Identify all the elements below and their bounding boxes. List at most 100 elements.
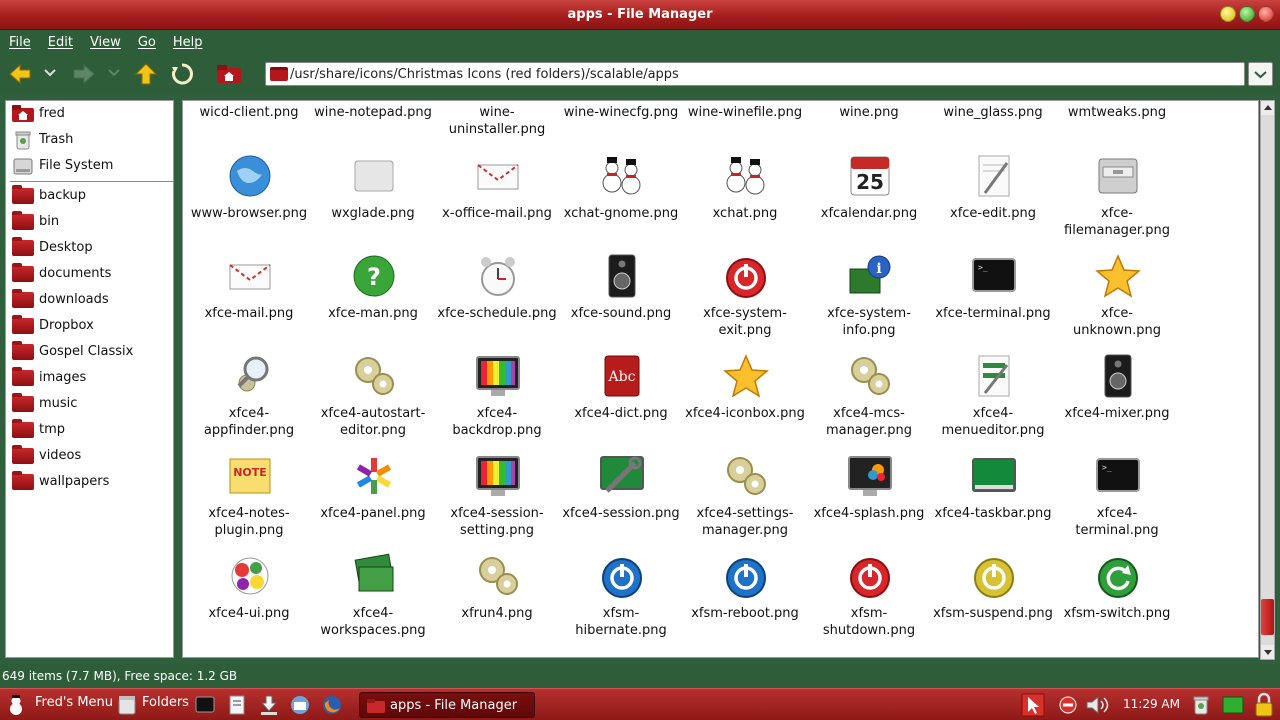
- folders-menu-label[interactable]: Folders: [142, 695, 189, 715]
- back-arrow-icon[interactable]: [8, 62, 32, 86]
- file-item[interactable]: wxglade.png: [311, 153, 435, 253]
- sidebar-item-videos[interactable]: videos: [10, 445, 170, 467]
- file-item[interactable]: ? xfce-man.png: [311, 253, 435, 353]
- email-client-icon[interactable]: [289, 694, 311, 716]
- file-item[interactable]: NOTE xfce4-notes- plugin.png: [187, 453, 311, 553]
- terminal-icon[interactable]: [195, 695, 215, 715]
- file-item[interactable]: Abc xfce4-dict.png: [559, 353, 683, 453]
- file-item[interactable]: xfce4-settings- manager.png: [683, 453, 807, 553]
- file-thumbnail-icon: [475, 153, 521, 199]
- sidebar-item-file-system[interactable]: File System: [10, 155, 170, 177]
- sidebar-item-trash[interactable]: Trash: [10, 129, 170, 151]
- file-thumbnail-icon: >_: [971, 253, 1017, 299]
- snowman-menu-icon[interactable]: [4, 694, 28, 716]
- scroll-down-button[interactable]: [1261, 645, 1274, 659]
- file-item[interactable]: xfce-system- exit.png: [683, 253, 807, 353]
- location-bar[interactable]: /usr/share/icons/Christmas Icons (red fo…: [265, 62, 1245, 86]
- file-item[interactable]: xfce4-panel.png: [311, 453, 435, 553]
- sidebar-item-backup[interactable]: backup: [10, 185, 170, 207]
- lock-icon[interactable]: [1254, 692, 1274, 718]
- close-button[interactable]: [1258, 6, 1274, 22]
- file-item[interactable]: xfce4- backdrop.png: [435, 353, 559, 453]
- menu-go[interactable]: Go: [138, 35, 156, 50]
- file-item[interactable]: xchat-gnome.png: [559, 153, 683, 253]
- trash-tray-icon[interactable]: [1193, 694, 1209, 716]
- menu-help[interactable]: Help: [173, 35, 203, 50]
- home-folder-icon[interactable]: [216, 64, 242, 84]
- file-item[interactable]: xfce4- appfinder.png: [187, 353, 311, 453]
- up-arrow-icon[interactable]: [134, 62, 158, 86]
- file-item[interactable]: >_ xfce4-terminal.png: [1055, 453, 1179, 553]
- file-item[interactable]: xfsm-shutdown.png: [807, 553, 931, 653]
- forward-history-chevron-icon[interactable]: [108, 68, 120, 78]
- clock[interactable]: 11:29 AM: [1123, 697, 1180, 711]
- download-icon[interactable]: [258, 694, 280, 716]
- start-menu-label[interactable]: Fred's Menu: [35, 695, 113, 715]
- text-editor-icon[interactable]: [227, 694, 247, 716]
- minimize-button[interactable]: [1220, 6, 1236, 22]
- task-file-manager[interactable]: apps - File Manager: [359, 692, 535, 718]
- location-dropdown-button[interactable]: [1248, 62, 1273, 86]
- home-folder-icon: [12, 105, 34, 122]
- maximize-button[interactable]: [1239, 6, 1255, 22]
- file-item[interactable]: xfce- filemanager.png: [1055, 153, 1179, 253]
- file-item[interactable]: xfce4-mixer.png: [1055, 353, 1179, 453]
- file-item[interactable]: xfsm-reboot.png: [683, 553, 807, 653]
- reload-icon[interactable]: [170, 62, 194, 86]
- sidebar-item-tmp[interactable]: tmp: [10, 419, 170, 441]
- sidebar-item-fred[interactable]: fred: [10, 103, 170, 125]
- file-item[interactable]: xfrun4.png: [435, 553, 559, 653]
- file-item[interactable]: xfce4-taskbar.png: [931, 453, 1055, 553]
- sidebar-item-wallpapers[interactable]: wallpapers: [10, 471, 170, 493]
- volume-icon[interactable]: [1085, 694, 1115, 716]
- scrollbar-thumb[interactable]: [1261, 599, 1274, 635]
- sidebar-item-desktop[interactable]: Desktop: [10, 237, 170, 259]
- sidebar-item-downloads[interactable]: downloads: [10, 289, 170, 311]
- vertical-scrollbar[interactable]: [1260, 100, 1275, 660]
- file-item[interactable]: xfce4-iconbox.png: [683, 353, 807, 453]
- folders-icon[interactable]: [117, 694, 137, 716]
- file-item[interactable]: xfce4- menueditor.png: [931, 353, 1055, 453]
- forward-arrow-icon[interactable]: [72, 62, 96, 86]
- file-item[interactable]: xfce4-session- setting.png: [435, 453, 559, 553]
- file-item[interactable]: xfce-edit.png: [931, 153, 1055, 253]
- file-item[interactable]: xfce4-ui.png: [187, 553, 311, 653]
- file-item[interactable]: xchat.png: [683, 153, 807, 253]
- file-item[interactable]: xfce-sound.png: [559, 253, 683, 353]
- file-item[interactable]: xfce4-splash.png: [807, 453, 931, 553]
- file-item[interactable]: xfce-mail.png: [187, 253, 311, 353]
- file-item[interactable]: xfce-unknown.png: [1055, 253, 1179, 353]
- file-item[interactable]: x-office-mail.png: [435, 153, 559, 253]
- file-item[interactable]: >_ xfce-terminal.png: [931, 253, 1055, 353]
- menu-view[interactable]: View: [90, 35, 121, 50]
- menu-file[interactable]: File: [9, 35, 31, 50]
- pointer-tray-icon[interactable]: [1021, 693, 1045, 717]
- file-item[interactable]: xfce4-session.png: [559, 453, 683, 553]
- file-item[interactable]: 25 xfcalendar.png: [807, 153, 931, 253]
- sidebar-item-dropbox[interactable]: Dropbox: [10, 315, 170, 337]
- file-item[interactable]: i xfce-system- info.png: [807, 253, 931, 353]
- sidebar-item-bin[interactable]: bin: [10, 211, 170, 233]
- folder-icon: [12, 471, 34, 490]
- file-item[interactable]: xfsm-switch.png: [1055, 553, 1179, 653]
- sidebar-item-documents[interactable]: documents: [10, 263, 170, 285]
- sidebar-item-images[interactable]: images: [10, 367, 170, 389]
- workspace-switcher-icon[interactable]: [1222, 695, 1244, 715]
- file-item[interactable]: xfce4-autostart- editor.png: [311, 353, 435, 453]
- file-item[interactable]: www-browser.png: [187, 153, 311, 253]
- file-thumbnail-icon: [971, 353, 1017, 399]
- file-item[interactable]: xfce4- workspaces.png: [311, 553, 435, 653]
- no-entry-tray-icon[interactable]: [1058, 695, 1078, 715]
- file-item[interactable]: xfce-schedule.png: [435, 253, 559, 353]
- file-item[interactable]: xfce4-mcs- manager.png: [807, 353, 931, 453]
- menu-edit[interactable]: Edit: [48, 35, 73, 50]
- sidebar-item-music[interactable]: music: [10, 393, 170, 415]
- file-item[interactable]: xfsm-suspend.png: [931, 553, 1055, 653]
- file-name: xfce-terminal.png: [935, 306, 1051, 321]
- sidebar-item-gospel-classix[interactable]: Gospel Classix: [10, 341, 170, 363]
- file-item[interactable]: xfsm-hibernate.png: [559, 553, 683, 653]
- file-thumbnail-icon: [599, 153, 645, 199]
- scroll-up-button[interactable]: [1261, 101, 1274, 115]
- back-history-chevron-icon[interactable]: [44, 68, 56, 78]
- firefox-icon[interactable]: [321, 694, 343, 716]
